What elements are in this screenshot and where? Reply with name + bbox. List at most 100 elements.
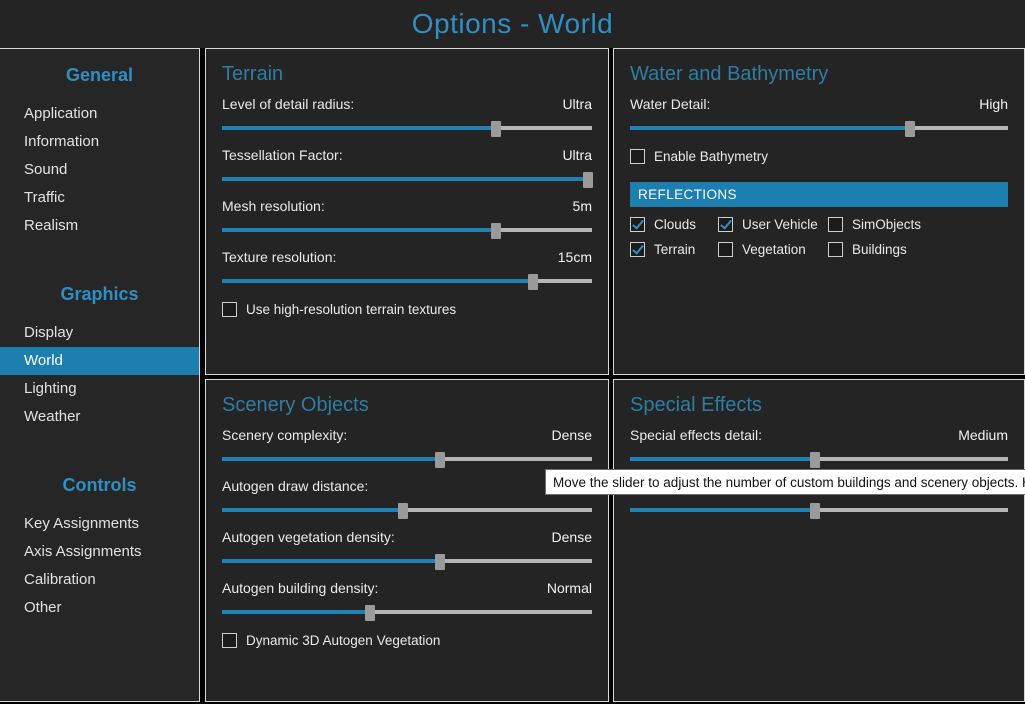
slider-track[interactable] bbox=[222, 452, 592, 466]
slider-label: Tessellation Factor: bbox=[222, 147, 343, 163]
sidebar-item-lighting[interactable]: Lighting bbox=[0, 375, 199, 403]
checkbox-empty-icon[interactable] bbox=[222, 302, 237, 317]
sidebar-item-axis-assignments[interactable]: Axis Assignments bbox=[0, 538, 199, 566]
checkbox-empty-icon[interactable] bbox=[630, 149, 645, 164]
slider-value: Dense bbox=[552, 529, 592, 545]
slider-thumb[interactable] bbox=[810, 452, 820, 468]
checkbox-dynamic-3d-autogen-vegetation[interactable]: Dynamic 3D Autogen Vegetation bbox=[222, 633, 592, 648]
sidebar-item-display[interactable]: Display bbox=[0, 319, 199, 347]
slider-track[interactable] bbox=[222, 605, 592, 619]
slider-fill bbox=[222, 177, 588, 181]
checkbox-empty-icon[interactable] bbox=[828, 217, 843, 232]
sidebar-item-traffic[interactable]: Traffic bbox=[0, 184, 199, 212]
slider-label: Special effects detail: bbox=[630, 427, 762, 443]
slider-thumb[interactable] bbox=[583, 172, 593, 188]
slider-fill bbox=[630, 457, 815, 461]
sidebar-item-application[interactable]: Application bbox=[0, 100, 199, 128]
panel-title-water: Water and Bathymetry bbox=[630, 63, 1024, 86]
slider-row-autogen-vegetation-density: Autogen vegetation density: Dense bbox=[222, 529, 592, 568]
slider-thumb[interactable] bbox=[491, 121, 501, 137]
checkbox-use-high-resolution-terrain-textures[interactable]: Use high-resolution terrain textures bbox=[222, 302, 592, 317]
slider-track[interactable] bbox=[222, 121, 592, 135]
sidebar-item-weather[interactable]: Weather bbox=[0, 403, 199, 431]
slider-track[interactable] bbox=[222, 172, 592, 186]
checkbox-empty-icon[interactable] bbox=[222, 633, 237, 648]
checkbox-label: Enable Bathymetry bbox=[654, 149, 768, 164]
checkbox-label: Clouds bbox=[654, 217, 696, 232]
sidebar-item-calibration[interactable]: Calibration bbox=[0, 566, 199, 594]
slider-thumb[interactable] bbox=[905, 121, 915, 137]
sidebar-group-spacer bbox=[0, 240, 199, 268]
slider-fill bbox=[222, 126, 496, 130]
slider-label: Autogen draw distance: bbox=[222, 478, 368, 494]
slider-thumb[interactable] bbox=[810, 503, 820, 519]
slider-tooltip: Move the slider to adjust the number of … bbox=[545, 469, 1025, 495]
sidebar-item-sound[interactable]: Sound bbox=[0, 156, 199, 184]
slider-label: Water Detail: bbox=[630, 96, 710, 112]
panel-title-terrain: Terrain bbox=[222, 63, 608, 86]
sidebar-item-other[interactable]: Other bbox=[0, 594, 199, 622]
slider-track[interactable] bbox=[630, 452, 1008, 466]
checkbox-terrain[interactable]: Terrain bbox=[630, 242, 718, 257]
sidebar-item-information[interactable]: Information bbox=[0, 128, 199, 156]
slider-track[interactable] bbox=[630, 121, 1008, 135]
checkbox-simobjects[interactable]: SimObjects bbox=[828, 217, 938, 232]
slider-header: Scenery complexity:Dense bbox=[222, 427, 592, 444]
slider-fill bbox=[222, 559, 440, 563]
reflections-row: Clouds User Vehicle SimObjects bbox=[630, 217, 1008, 232]
slider-value: Dense bbox=[552, 427, 592, 443]
checkmark-icon[interactable] bbox=[718, 217, 733, 232]
slider-fill bbox=[222, 610, 370, 614]
checkbox-user-vehicle[interactable]: User Vehicle bbox=[718, 217, 828, 232]
slider-value: Ultra bbox=[562, 96, 592, 112]
sidebar-item-world[interactable]: World bbox=[0, 347, 199, 375]
panel-body-water: Water Detail:HighEnable BathymetryREFLEC… bbox=[614, 96, 1024, 257]
checkbox-label: Vegetation bbox=[742, 242, 806, 257]
slider-track[interactable] bbox=[222, 223, 592, 237]
checkbox-empty-icon[interactable] bbox=[718, 242, 733, 257]
slider-thumb[interactable] bbox=[365, 605, 375, 621]
slider-thumb[interactable] bbox=[435, 452, 445, 468]
checkbox-empty-icon[interactable] bbox=[828, 242, 843, 257]
slider-row-texture-resolution: Texture resolution:15cm bbox=[222, 249, 592, 288]
slider-fill bbox=[630, 126, 910, 130]
checkbox-buildings[interactable]: Buildings bbox=[828, 242, 938, 257]
panel-body-terrain: Level of detail radius:Ultra Tessellation… bbox=[206, 96, 608, 317]
slider-thumb[interactable] bbox=[491, 223, 501, 239]
checkbox-label: SimObjects bbox=[852, 217, 921, 232]
slider-row-level-of-detail-radius: Level of detail radius:Ultra bbox=[222, 96, 592, 135]
sidebar-item-realism[interactable]: Realism bbox=[0, 212, 199, 240]
checkbox-label: Terrain bbox=[654, 242, 695, 257]
checkbox-vegetation[interactable]: Vegetation bbox=[718, 242, 828, 257]
reflections-row: Terrain Vegetation Buildings bbox=[630, 242, 1008, 257]
panel-scenery-objects: Scenery Objects Scenery complexity:Dense… bbox=[205, 379, 609, 702]
checkmark-icon[interactable] bbox=[630, 217, 645, 232]
slider-label: Autogen vegetation density: bbox=[222, 529, 395, 545]
checkbox-enable-bathymetry[interactable]: Enable Bathymetry bbox=[630, 149, 1008, 164]
slider-value: Normal bbox=[547, 580, 592, 596]
checkbox-clouds[interactable]: Clouds bbox=[630, 217, 718, 232]
sidebar-item-key-assignments[interactable]: Key Assignments bbox=[0, 510, 199, 538]
slider-row-autogen-building-density: Autogen building density: Normal bbox=[222, 580, 592, 619]
checkmark-icon[interactable] bbox=[630, 242, 645, 257]
panel-terrain: Terrain Level of detail radius:Ultra Tess… bbox=[205, 48, 609, 375]
slider-fill bbox=[630, 508, 815, 512]
slider-row-scenery-complexity: Scenery complexity:Dense bbox=[222, 427, 592, 466]
slider-label: Autogen building density: bbox=[222, 580, 378, 596]
slider-header: Texture resolution:15cm bbox=[222, 249, 592, 266]
slider-header: Autogen vegetation density: Dense bbox=[222, 529, 592, 546]
slider-header: Level of detail radius:Ultra bbox=[222, 96, 592, 113]
slider-track[interactable] bbox=[222, 503, 592, 517]
slider-value: Ultra bbox=[562, 147, 592, 163]
slider-track[interactable] bbox=[630, 503, 1008, 517]
slider-thumb[interactable] bbox=[528, 274, 538, 290]
slider-track[interactable] bbox=[222, 554, 592, 568]
slider-header: Tessellation Factor: Ultra bbox=[222, 147, 592, 164]
slider-thumb[interactable] bbox=[398, 503, 408, 519]
slider-thumb[interactable] bbox=[435, 554, 445, 570]
slider-label: Texture resolution: bbox=[222, 249, 336, 265]
panel-water-bathymetry: Water and Bathymetry Water Detail:HighEn… bbox=[613, 48, 1025, 375]
slider-header: Autogen draw distance: bbox=[222, 478, 592, 495]
slider-track[interactable] bbox=[222, 274, 592, 288]
slider-header: Autogen building density: Normal bbox=[222, 580, 592, 597]
